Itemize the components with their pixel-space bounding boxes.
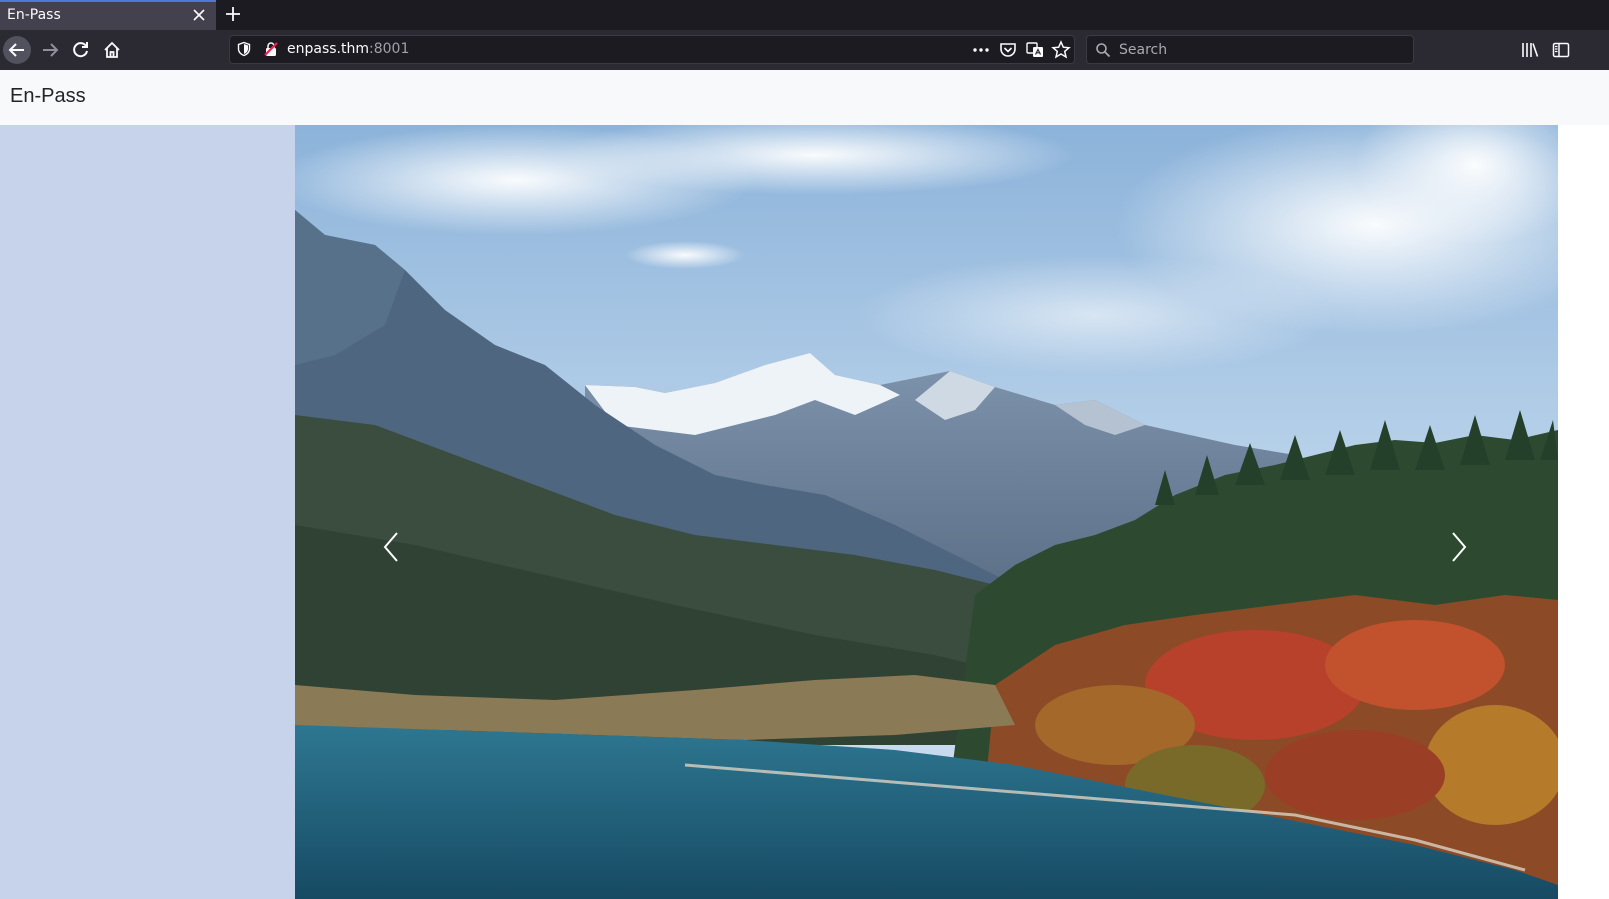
sidebar-toggle-icon[interactable] bbox=[1551, 40, 1571, 60]
close-tab-icon[interactable] bbox=[190, 6, 208, 24]
translate-icon[interactable] bbox=[1024, 39, 1046, 61]
left-panel bbox=[0, 125, 295, 899]
browser-tab[interactable]: En-Pass bbox=[0, 0, 216, 30]
url-text[interactable]: enpass.thm:8001 bbox=[287, 41, 409, 57]
home-button[interactable] bbox=[98, 36, 126, 64]
tracking-shield-icon[interactable] bbox=[236, 41, 252, 57]
reload-icon bbox=[73, 42, 88, 58]
search-input[interactable] bbox=[1117, 39, 1411, 61]
arrow-left-icon bbox=[8, 43, 24, 57]
more-actions-icon[interactable] bbox=[970, 39, 992, 61]
url-actions bbox=[970, 39, 1072, 61]
new-tab-icon[interactable] bbox=[223, 4, 243, 24]
insecure-lock-icon[interactable] bbox=[263, 41, 279, 57]
tab-strip: En-Pass bbox=[0, 0, 1609, 30]
navbar-brand[interactable]: En-Pass bbox=[10, 85, 86, 108]
back-button[interactable] bbox=[3, 36, 31, 64]
url-port: :8001 bbox=[369, 41, 410, 57]
carousel-slide-image bbox=[295, 125, 1558, 899]
address-bar[interactable]: enpass.thm:8001 bbox=[229, 35, 1075, 64]
reload-button[interactable] bbox=[67, 36, 95, 64]
search-bar[interactable] bbox=[1086, 35, 1414, 64]
url-host: enpass.thm bbox=[287, 41, 369, 57]
tab-title: En-Pass bbox=[7, 7, 61, 23]
image-carousel bbox=[295, 125, 1558, 899]
pocket-icon[interactable] bbox=[997, 39, 1019, 61]
nav-toolbar: enpass.thm:8001 bbox=[0, 30, 1609, 70]
library-icon[interactable] bbox=[1520, 40, 1540, 60]
bookmark-star-icon[interactable] bbox=[1050, 39, 1072, 61]
carousel-prev-icon[interactable] bbox=[365, 495, 415, 595]
search-icon bbox=[1096, 43, 1111, 58]
page-navbar: En-Pass bbox=[0, 70, 1609, 125]
right-margin bbox=[1558, 125, 1609, 899]
carousel-next-icon[interactable] bbox=[1435, 495, 1485, 595]
arrow-right-icon bbox=[43, 43, 59, 57]
home-icon bbox=[104, 41, 120, 58]
forward-button[interactable] bbox=[36, 36, 64, 64]
